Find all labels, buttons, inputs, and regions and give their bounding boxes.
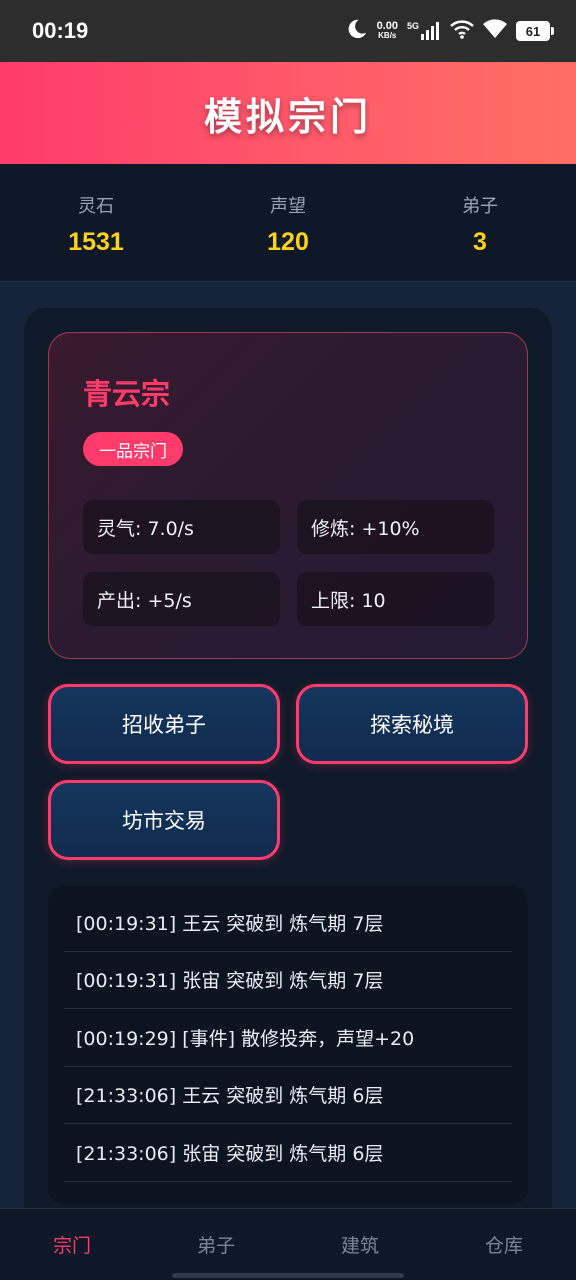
status-time: 00:19 xyxy=(32,18,89,43)
nav-tab-disciples[interactable]: 弟子 xyxy=(144,1209,288,1280)
market-trade-button[interactable]: 坊市交易 xyxy=(48,780,280,860)
stat-label: 弟子 xyxy=(462,196,498,217)
stat-spirit-stones: 灵石 1531 xyxy=(0,164,192,281)
net-speed-value: 0.00 xyxy=(376,20,398,32)
attr-capacity: 上限: 10 xyxy=(297,572,494,626)
sect-rank-badge: 一品宗门 xyxy=(83,432,183,466)
nav-tab-warehouse[interactable]: 仓库 xyxy=(432,1209,576,1280)
nav-tab-sect[interactable]: 宗门 xyxy=(0,1209,144,1280)
attr-cultivation: 修炼: +10% xyxy=(297,500,494,554)
status-icons: 0.00 KB/s 5G 61 xyxy=(346,18,554,44)
cell-signal-icon: 5G xyxy=(407,22,441,40)
stat-value: 120 xyxy=(267,228,309,256)
resource-stats: 灵石 1531 声望 120 弟子 3 xyxy=(0,164,576,282)
moon-icon xyxy=(346,18,368,44)
nav-tab-buildings[interactable]: 建筑 xyxy=(288,1209,432,1280)
net-speed: 0.00 KB/s xyxy=(377,21,398,41)
main-panel: 青云宗 一品宗门 灵气: 7.0/s 修炼: +10% 产出: +5/s 上限:… xyxy=(24,308,552,1268)
stat-reputation: 声望 120 xyxy=(192,164,384,281)
sect-name: 青云宗 xyxy=(83,377,171,411)
signal-type-label: 5G xyxy=(406,21,419,31)
explore-realm-button[interactable]: 探索秘境 xyxy=(296,684,528,764)
wifi-icon xyxy=(483,19,507,43)
sect-info-card: 青云宗 一品宗门 灵气: 7.0/s 修炼: +10% 产出: +5/s 上限:… xyxy=(48,332,528,659)
log-item: [00:19:29] [事件] 散修投奔，声望+20 xyxy=(64,1009,512,1067)
attr-output: 产出: +5/s xyxy=(83,572,280,626)
log-item: [00:19:31] 张宙 突破到 炼气期 7层 xyxy=(64,952,512,1009)
page-title: 模拟宗门 xyxy=(203,94,372,139)
home-indicator[interactable] xyxy=(172,1273,404,1278)
log-item: [21:33:06] 张宙 突破到 炼气期 6层 xyxy=(64,1124,512,1182)
attr-spirit-qi: 灵气: 7.0/s xyxy=(83,500,280,554)
stat-value: 3 xyxy=(473,228,487,256)
battery-icon: 61 xyxy=(516,21,554,41)
log-item: [00:19:31] 王云 突破到 炼气期 7层 xyxy=(64,894,512,952)
event-log[interactable]: [00:19:31] 王云 突破到 炼气期 7层 [00:19:31] 张宙 突… xyxy=(48,886,528,1204)
bottom-nav: 宗门 弟子 建筑 仓库 xyxy=(0,1208,576,1280)
recruit-disciple-button[interactable]: 招收弟子 xyxy=(48,684,280,764)
status-bar: 00:19 0.00 KB/s 5G 61 xyxy=(0,0,576,62)
stat-label: 声望 xyxy=(270,196,306,217)
hotspot-wifi-icon xyxy=(450,19,474,43)
title-bar: 模拟宗门 xyxy=(0,62,576,164)
stat-label: 灵石 xyxy=(78,196,114,217)
log-item: [21:33:06] 王云 突破到 炼气期 6层 xyxy=(64,1067,512,1124)
stat-value: 1531 xyxy=(68,228,124,256)
net-speed-unit: KB/s xyxy=(378,31,397,40)
stat-disciples: 弟子 3 xyxy=(384,164,576,281)
